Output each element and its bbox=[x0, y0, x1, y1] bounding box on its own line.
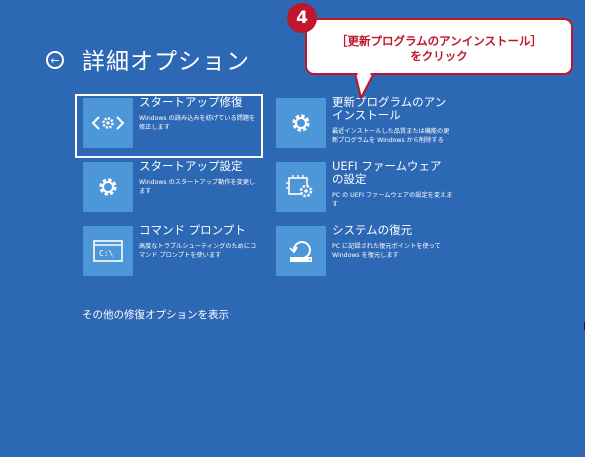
option-title: コマンド プロンプト bbox=[139, 223, 246, 237]
page-title: 詳細オプション bbox=[82, 49, 250, 75]
option-title: 更新プログラムのアンインストール bbox=[332, 95, 447, 122]
startup-repair-option[interactable]: スタートアップ修復 Windows の読み込みを妨げている問題を修正します bbox=[75, 94, 263, 158]
option-title: スタートアップ設定 bbox=[139, 159, 243, 173]
gear-icon bbox=[83, 162, 133, 212]
option-title: システムの復元 bbox=[332, 223, 413, 237]
step-number-badge: 4 bbox=[287, 3, 317, 33]
option-title: スタートアップ修復 bbox=[139, 95, 243, 109]
command-prompt-option[interactable]: C:\ コマンド プロンプト 高度なトラブルシューティングのためにコマンド プロ… bbox=[77, 224, 261, 282]
option-description: PC の UEFI ファームウェアの設定を変えます bbox=[332, 192, 453, 208]
system-restore-icon bbox=[276, 226, 326, 276]
annotation-callout: ［更新プログラムのアンインストール］ をクリック bbox=[305, 18, 573, 75]
option-description: 最近インストールした品質または機能の更新プログラムを Windows から削除す… bbox=[332, 128, 450, 144]
option-description: PC に記録された復元ポイントを使って Windows を復元します bbox=[332, 243, 441, 259]
callout-line-2: をクリック bbox=[410, 49, 468, 63]
more-repair-options-link[interactable]: その他の修復オプションを表示 bbox=[82, 307, 229, 322]
back-arrow-icon[interactable]: ← bbox=[46, 51, 64, 69]
svg-text:C:\: C:\ bbox=[99, 249, 114, 258]
uninstall-updates-option[interactable]: 更新プログラムのアンインストール 最近インストールした品質または機能の更新プログ… bbox=[270, 96, 454, 154]
option-description: Windows のスタートアップ動作を変更します bbox=[139, 179, 256, 195]
option-description: 高度なトラブルシューティングのためにコマンド プロンプトを使います bbox=[139, 243, 257, 259]
startup-settings-option[interactable]: スタートアップ設定 Windows のスタートアップ動作を変更します bbox=[77, 160, 261, 218]
uefi-firmware-option[interactable]: UEFI ファームウェアの設定 PC の UEFI ファームウェアの設定を変えま… bbox=[270, 160, 454, 218]
option-title: UEFI ファームウェアの設定 bbox=[332, 159, 442, 186]
callout-text: ［更新プログラムのアンインストール］ をクリック bbox=[307, 34, 571, 64]
firmware-chip-gear-icon bbox=[276, 162, 326, 212]
startup-repair-icon bbox=[83, 98, 133, 148]
option-description: Windows の読み込みを妨げている問題を修正します bbox=[139, 115, 256, 131]
edge-marker bbox=[584, 322, 585, 330]
callout-line-1: ［更新プログラムのアンインストール］ bbox=[336, 34, 542, 48]
gear-icon bbox=[276, 98, 326, 148]
command-prompt-icon: C:\ bbox=[83, 226, 133, 276]
system-restore-option[interactable]: システムの復元 PC に記録された復元ポイントを使って Windows を復元し… bbox=[270, 224, 454, 282]
